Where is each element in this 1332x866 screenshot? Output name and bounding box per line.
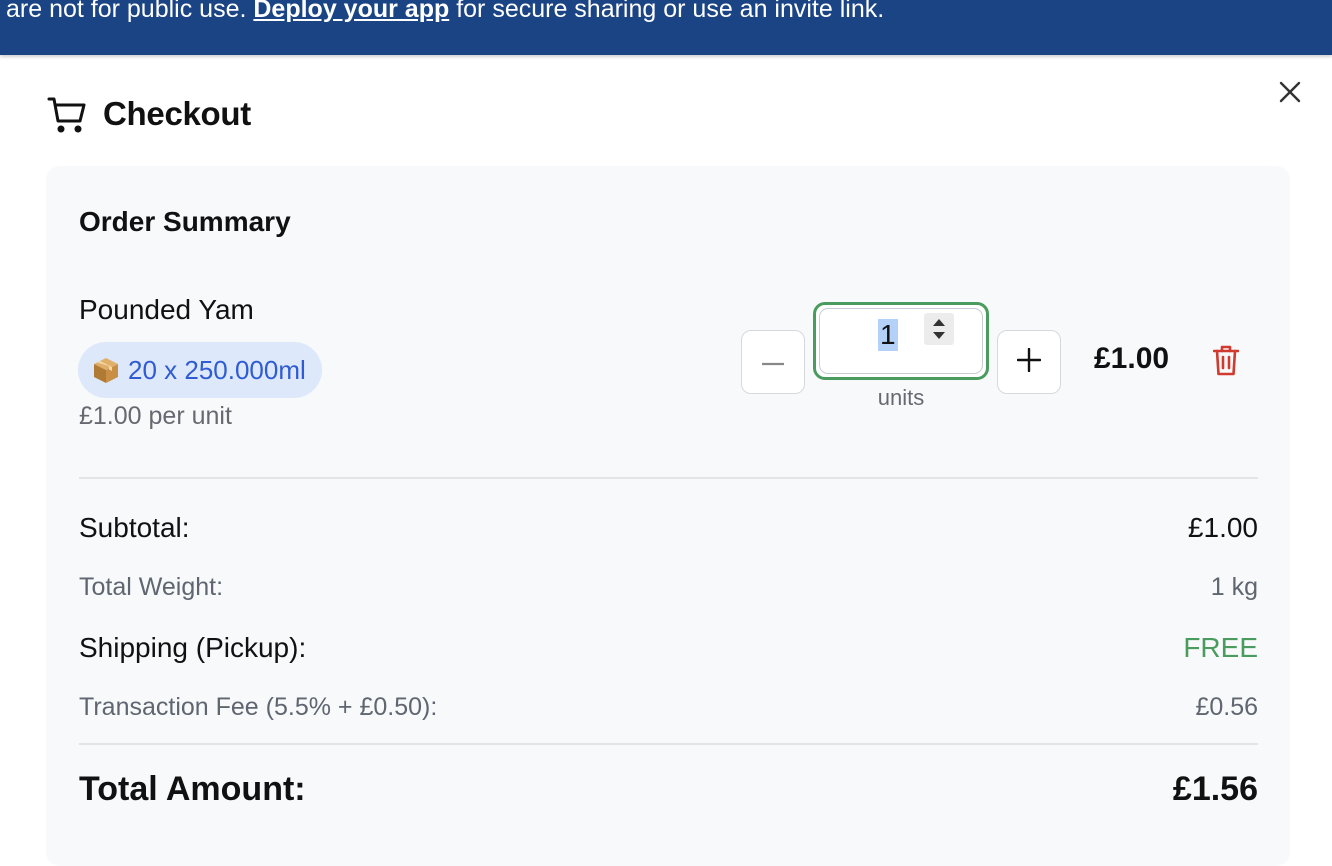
- banner-text: are not for public use. Deploy your app …: [6, 0, 884, 22]
- trash-icon: [1212, 344, 1240, 381]
- increase-quantity-button[interactable]: [997, 330, 1061, 394]
- subtotal-value: £1.00: [1187, 512, 1258, 543]
- shopping-cart-icon: [47, 94, 87, 134]
- deploy-banner: are not for public use. Deploy your app …: [0, 0, 1332, 55]
- total-weight-value: 1 kg: [1210, 573, 1258, 601]
- line-total: £1.00: [1094, 342, 1170, 375]
- shipping-label: Shipping (Pickup):: [79, 632, 307, 663]
- package-icon: [92, 356, 120, 384]
- banner-text-before: are not for public use.: [6, 0, 254, 23]
- subtotal-label: Subtotal:: [79, 512, 190, 543]
- order-summary-title: Order Summary: [79, 206, 291, 237]
- close-icon: [1279, 81, 1301, 108]
- divider: [79, 477, 1258, 479]
- unit-price: £1.00 per unit: [79, 402, 232, 430]
- transaction-fee-value: £0.56: [1195, 693, 1258, 721]
- divider: [79, 743, 1258, 745]
- total-weight-label: Total Weight:: [79, 573, 224, 601]
- banner-text-after: for secure sharing or use an invite link…: [449, 0, 885, 23]
- order-summary-card: Order Summary Pounded Yam 20 x 250.000ml…: [46, 166, 1290, 866]
- page-title: Checkout: [103, 95, 251, 132]
- quantity-unit-label: units: [877, 385, 925, 410]
- total-amount-label: Total Amount:: [79, 770, 306, 808]
- quantity-spinner[interactable]: [924, 313, 954, 345]
- total-amount-value: £1.56: [1172, 770, 1258, 808]
- pack-size-badge: 20 x 250.000ml: [78, 342, 322, 398]
- transaction-fee-label: Transaction Fee (5.5% + £0.50):: [79, 693, 438, 721]
- plus-icon: [1016, 347, 1042, 377]
- checkout-header: Checkout: [47, 94, 251, 134]
- shipping-value: FREE: [1183, 632, 1258, 663]
- decrease-quantity-button[interactable]: [741, 330, 805, 394]
- minus-icon: [761, 353, 785, 371]
- spinner-arrows-icon: [933, 319, 945, 339]
- pack-size-label: 20 x 250.000ml: [128, 354, 306, 385]
- quantity-input-wrapper: 1: [813, 302, 989, 380]
- remove-item-button[interactable]: [1210, 344, 1242, 380]
- quantity-value: 1: [878, 319, 898, 351]
- close-button[interactable]: [1274, 78, 1306, 110]
- item-name: Pounded Yam: [79, 294, 254, 325]
- deploy-app-link[interactable]: Deploy your app: [253, 0, 449, 23]
- quantity-input[interactable]: 1: [819, 308, 983, 374]
